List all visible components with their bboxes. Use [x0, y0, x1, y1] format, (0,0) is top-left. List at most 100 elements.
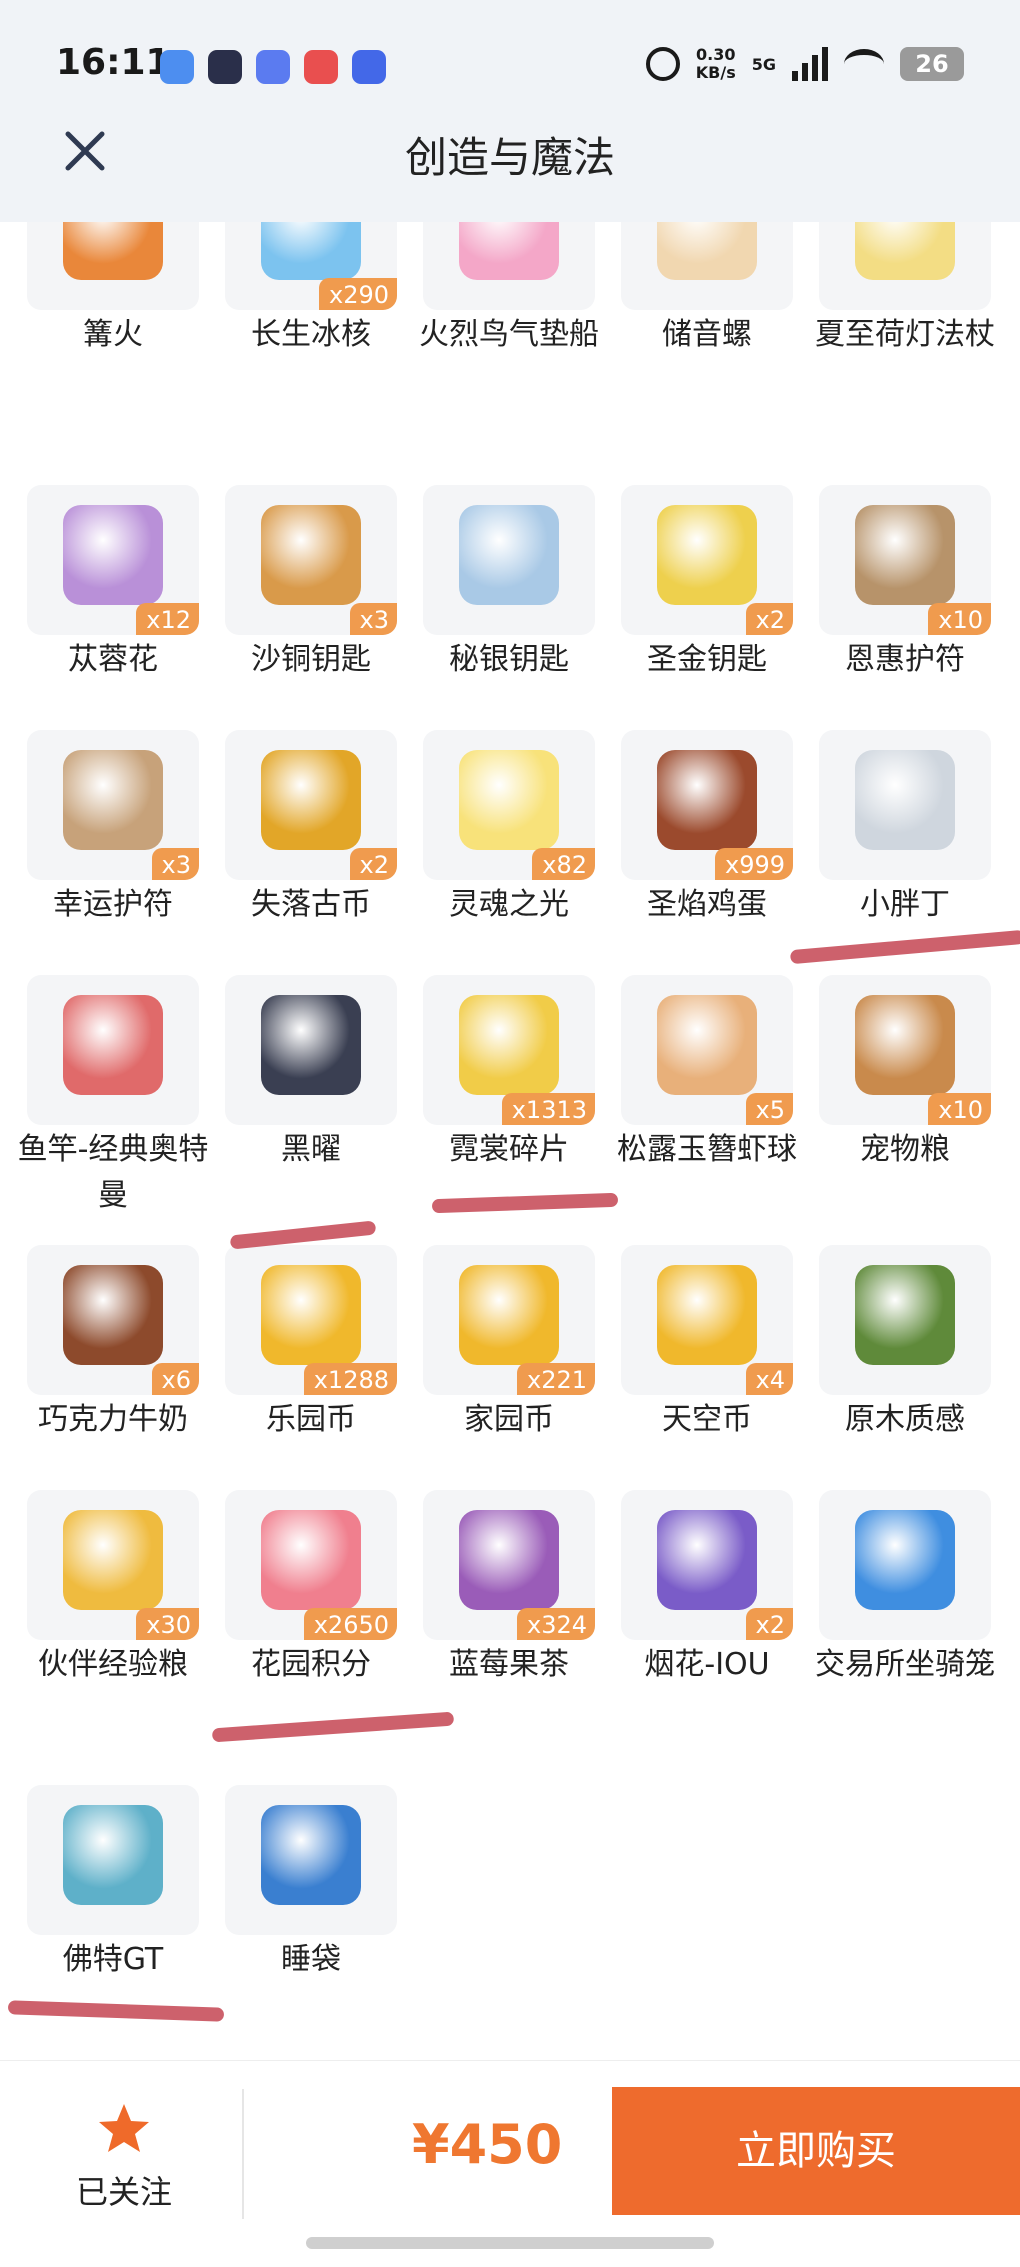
- item-image: x999: [621, 730, 793, 880]
- follow-button[interactable]: 已关注: [44, 2101, 204, 2213]
- item-art-icon: [261, 1805, 361, 1905]
- item-image: x4: [621, 1245, 793, 1395]
- highlight-stroke: [7, 2000, 225, 2022]
- price: ¥450: [412, 2113, 563, 2176]
- item-image: x3: [225, 485, 397, 635]
- item-art-icon: [63, 1265, 163, 1365]
- item-art-icon: [63, 750, 163, 850]
- item-art-icon: [261, 1265, 361, 1365]
- item-name: 苁蓉花: [68, 642, 158, 677]
- item-art-icon: [261, 995, 361, 1095]
- item-name: 储音螺: [662, 317, 752, 352]
- item-name: 失落古币: [251, 887, 371, 922]
- notification-icons: [160, 50, 386, 84]
- item-image: [27, 975, 199, 1125]
- page-header: 创造与魔法: [0, 110, 1020, 220]
- item-name: 家园币: [464, 1402, 554, 1437]
- highlight-stroke: [431, 1192, 619, 1214]
- item-image: [225, 1785, 397, 1935]
- quantity-badge: x1313: [501, 1093, 595, 1125]
- item-name: 篝火: [83, 317, 143, 352]
- quantity-badge: x3: [151, 848, 199, 880]
- item-art-icon: [459, 1510, 559, 1610]
- item-image: [423, 485, 595, 635]
- home-indicator[interactable]: [306, 2237, 714, 2249]
- network-speed-unit: KB/s: [695, 63, 736, 82]
- item-name: 小胖丁: [860, 887, 950, 922]
- item-image: x221: [423, 1245, 595, 1395]
- item-image: [819, 1245, 991, 1395]
- quantity-badge: x82: [532, 848, 595, 880]
- item-art-icon: [855, 505, 955, 605]
- item-name: 幸运护符: [53, 887, 173, 922]
- item-art-icon: [459, 505, 559, 605]
- app-notification-icon: [352, 50, 386, 84]
- item-name: 夏至荷灯法杖: [815, 317, 995, 352]
- item-image: x2650: [225, 1490, 397, 1640]
- star-icon: [99, 2104, 149, 2152]
- item-name: 圣焰鸡蛋: [647, 887, 767, 922]
- item-name: 沙铜钥匙: [251, 642, 371, 677]
- system-indicators: 0.30 KB/s 5G 26: [645, 46, 964, 82]
- quantity-badge: x290: [318, 278, 397, 310]
- alarm-icon: [645, 47, 680, 81]
- battery-icon: 26: [900, 47, 964, 81]
- item-image: [27, 1785, 199, 1935]
- item-art-icon: [657, 750, 757, 850]
- item-name: 长生冰核: [251, 317, 371, 352]
- quantity-badge: x324: [516, 1608, 595, 1640]
- item-image: x3: [27, 730, 199, 880]
- item-name: 花园积分: [251, 1647, 371, 1682]
- wifi-icon: [844, 49, 884, 79]
- item-art-icon: [261, 750, 361, 850]
- item-name: 火烈鸟气垫船: [419, 317, 599, 352]
- buy-now-button[interactable]: 立即购买: [612, 2087, 1020, 2215]
- item-name: 松露玉簪虾球: [617, 1132, 797, 1167]
- item-image: x2: [225, 730, 397, 880]
- item-name: 霓裳碎片: [449, 1132, 569, 1167]
- follow-label: 已关注: [75, 2173, 172, 2211]
- item-art-icon: [261, 1510, 361, 1610]
- item-art-icon: [63, 1805, 163, 1905]
- quantity-badge: x4: [745, 1363, 793, 1395]
- item-name: 交易所坐骑笼: [815, 1647, 995, 1682]
- highlight-stroke: [211, 1711, 455, 1743]
- item-art-icon: [855, 1265, 955, 1365]
- quantity-badge: x30: [136, 1608, 199, 1640]
- item-art-icon: [261, 505, 361, 605]
- app-notification-icon: [256, 50, 290, 84]
- quantity-badge: x1288: [303, 1363, 397, 1395]
- highlight-stroke: [789, 929, 1020, 965]
- item-image: x2: [621, 1490, 793, 1640]
- item-art-icon: [459, 995, 559, 1095]
- item-image: x324: [423, 1490, 595, 1640]
- item-name: 佛特GT: [62, 1942, 164, 1977]
- divider: [242, 2089, 244, 2219]
- item-art-icon: [657, 1510, 757, 1610]
- quantity-badge: x2: [349, 848, 397, 880]
- quantity-badge: x999: [714, 848, 793, 880]
- item-name: 圣金钥匙: [647, 642, 767, 677]
- item-name: 睡袋: [281, 1942, 341, 1977]
- page-title: 创造与魔法: [404, 133, 615, 182]
- item-art-icon: [855, 1510, 955, 1610]
- quantity-badge: x10: [928, 603, 991, 635]
- item-image: [819, 1490, 991, 1640]
- item-image: x1288: [225, 1245, 397, 1395]
- quantity-badge: x3: [349, 603, 397, 635]
- item-name: 巧克力牛奶: [38, 1402, 188, 1437]
- app-notification-icon: [160, 50, 194, 84]
- item-art-icon: [855, 750, 955, 850]
- item-image: x2: [621, 485, 793, 635]
- item-image: x10: [819, 485, 991, 635]
- signal-icon: [792, 47, 828, 81]
- item-name: 黑曜: [281, 1132, 341, 1167]
- item-name: 恩惠护符: [845, 642, 965, 677]
- item-image: x30: [27, 1490, 199, 1640]
- item-art-icon: [63, 995, 163, 1095]
- item-art-icon: [657, 995, 757, 1095]
- network-speed: 0.30 KB/s: [696, 46, 736, 82]
- item-name: 伙伴经验粮: [38, 1647, 188, 1682]
- top-bar: 16:11 0.30 KB/s 5G 26 创造与魔法: [0, 0, 1020, 222]
- item-name: 鱼竿-经典奥特曼: [17, 1132, 209, 1213]
